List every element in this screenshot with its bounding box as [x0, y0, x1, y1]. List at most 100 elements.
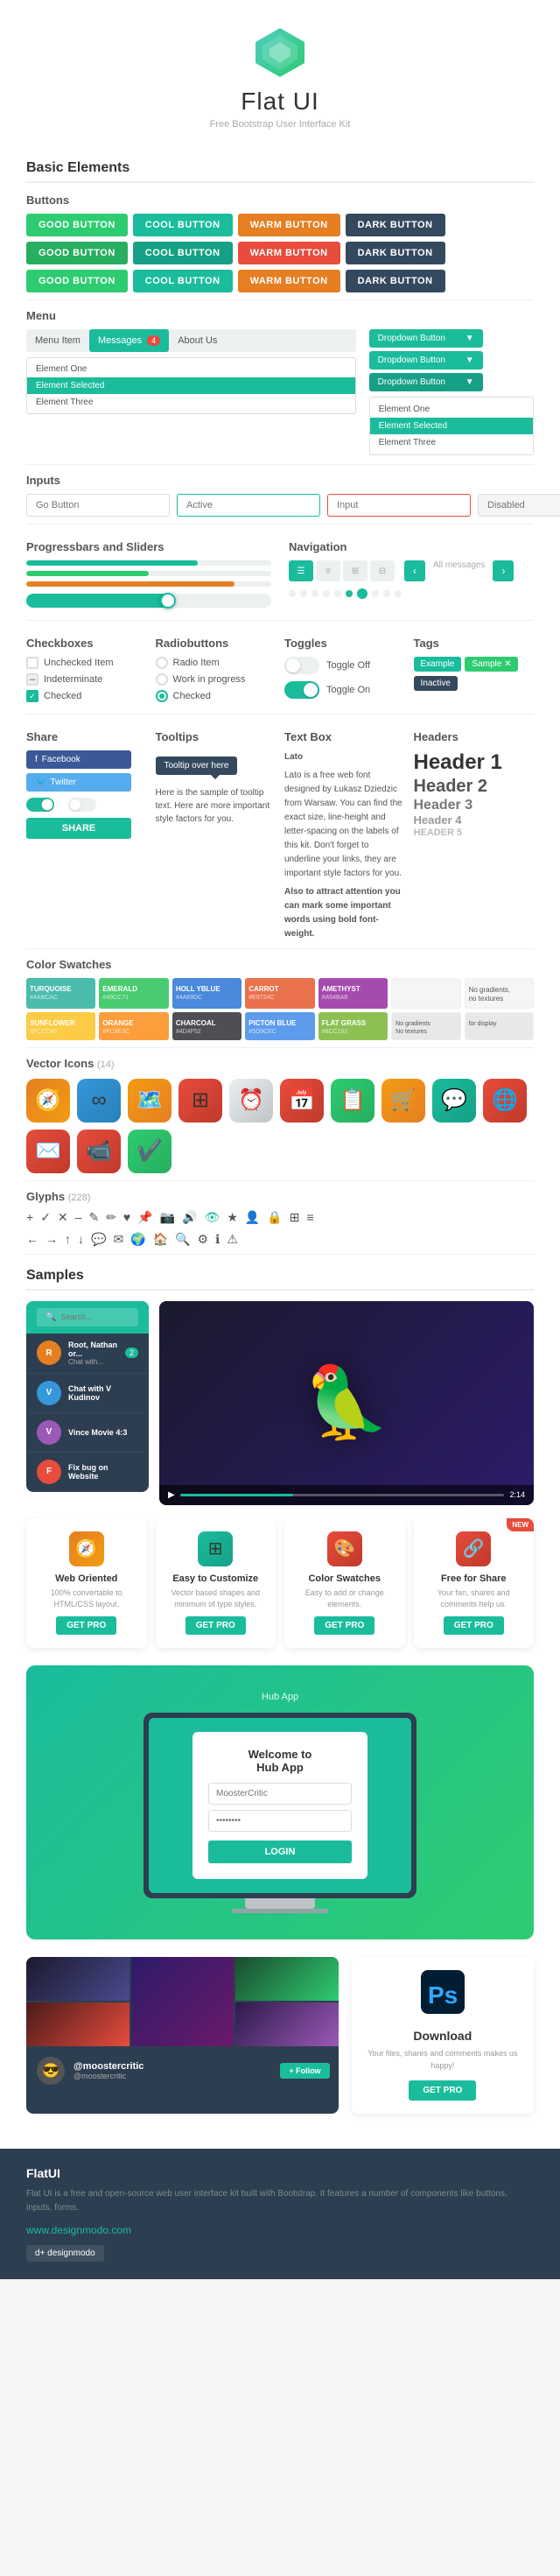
- dropdown-3[interactable]: Dropdown Button ▼: [369, 373, 483, 391]
- chat-message-3[interactable]: V Vince Movie 4:3: [26, 1413, 149, 1453]
- login-button[interactable]: Login: [208, 1841, 352, 1863]
- radio-btn-1[interactable]: [156, 657, 168, 669]
- glyphs-row-1: + ✓ ✕ – ✎ ✏ ♥ 📌 📷 🔊 👁 ★ 👤 🔒 ⊞ ≡: [26, 1210, 534, 1225]
- dot-4[interactable]: [323, 590, 330, 597]
- play-icon[interactable]: ▶: [168, 1490, 175, 1500]
- nav-pill-4[interactable]: ⊟: [370, 560, 395, 581]
- good-button-1[interactable]: Good Button: [26, 214, 128, 236]
- dot-5[interactable]: [334, 590, 341, 597]
- feature-btn-web[interactable]: Get Pro: [56, 1616, 116, 1635]
- nav-prev[interactable]: ‹: [404, 560, 425, 581]
- dot-10[interactable]: [395, 590, 402, 597]
- app-subtitle: Free Bootstrap User Interface Kit: [18, 119, 542, 130]
- textbox-col: Text Box Lato Lato is a free web font de…: [284, 721, 405, 941]
- dot-8[interactable]: [372, 590, 379, 597]
- dot-3[interactable]: [312, 590, 318, 597]
- chat-message-4[interactable]: F Fix bug on Website: [26, 1453, 149, 1492]
- download-card: Ps Download Your files, shares and comme…: [352, 1957, 534, 2114]
- share-toggle-2[interactable]: [68, 798, 96, 812]
- radio-btn-2[interactable]: [156, 673, 168, 686]
- dropdown-2[interactable]: Dropdown Button ▼: [369, 351, 483, 370]
- logo-icon: [254, 26, 306, 79]
- nav-next[interactable]: ›: [493, 560, 514, 581]
- video-time: 2:14: [509, 1490, 525, 1499]
- menu-list-item-3[interactable]: Element Three: [27, 394, 355, 411]
- share-button[interactable]: Share: [26, 818, 131, 839]
- checkbox-checked[interactable]: ✓ Checked: [26, 690, 147, 702]
- password-input[interactable]: [208, 1810, 352, 1832]
- chat-message-2[interactable]: V Chat with V Kudinov: [26, 1374, 149, 1413]
- dot-9[interactable]: [383, 590, 390, 597]
- checkbox-box-1[interactable]: [26, 657, 38, 669]
- tooltip-arrow: [211, 775, 220, 779]
- dot-6[interactable]: [346, 590, 353, 597]
- menu-list-item-1[interactable]: Element One: [27, 361, 355, 377]
- share-title: Share: [26, 730, 147, 743]
- toggle-on[interactable]: [284, 681, 319, 699]
- dot-2[interactable]: [300, 590, 307, 597]
- cool-button-2[interactable]: Cool Button: [133, 242, 233, 264]
- textbox-content: Lato Lato is a free web font designed by…: [284, 750, 405, 941]
- menu-item-about[interactable]: About Us: [169, 329, 226, 352]
- download-button[interactable]: Get Pro: [409, 2080, 476, 2101]
- checkbox-box-2[interactable]: –: [26, 673, 38, 686]
- toggle-off[interactable]: [284, 657, 319, 674]
- nav-pill-3[interactable]: ⊞: [343, 560, 368, 581]
- radio-btn-3[interactable]: [156, 690, 168, 702]
- chat-message-1[interactable]: R Root, Nathan or... Chat with... 2: [26, 1334, 149, 1374]
- good-button-2[interactable]: Good Button: [26, 242, 128, 264]
- icon-video: 📹: [77, 1130, 121, 1173]
- input-active[interactable]: [177, 494, 320, 517]
- radio-2[interactable]: Work in progress: [156, 673, 276, 686]
- swatch-charcoal: CHARCOAL #4D4F52: [172, 1012, 242, 1040]
- profile-name-area: @moostercritic @moostercritic: [74, 2061, 144, 2080]
- menu-list-item-2[interactable]: Element Selected: [27, 377, 355, 394]
- checkbox-indeterminate[interactable]: – Indeterminate: [26, 673, 147, 686]
- tag-sample[interactable]: Sample ✕: [465, 657, 518, 672]
- checkbox-box-3[interactable]: ✓: [26, 690, 38, 702]
- share-toggle-knob: [42, 799, 53, 811]
- nav-pill-2[interactable]: ≡: [316, 560, 340, 581]
- dark-button-3[interactable]: Dark Button: [346, 270, 445, 292]
- feature-btn-share[interactable]: Get Pro: [444, 1616, 504, 1635]
- warm-button-3[interactable]: Warm Button: [238, 270, 340, 292]
- footer-social-btn[interactable]: d+ designmodo: [26, 2245, 104, 2262]
- cool-button-1[interactable]: Cool Button: [133, 214, 233, 236]
- menu-item-menuitem[interactable]: Menu Item: [26, 329, 89, 352]
- facebook-btn[interactable]: f Facebook: [26, 750, 131, 769]
- input-go[interactable]: [26, 494, 170, 517]
- radio-3[interactable]: Checked: [156, 690, 276, 702]
- tooltip-box[interactable]: Tooltip over here: [156, 757, 238, 775]
- sub-item-1[interactable]: Element One: [370, 401, 533, 418]
- cool-button-3[interactable]: Cool Button: [133, 270, 233, 292]
- progress-slider[interactable]: [26, 594, 271, 608]
- checkbox-unchecked[interactable]: Unchecked Item: [26, 657, 147, 669]
- share-toggle[interactable]: [26, 798, 54, 812]
- nav-pill-1[interactable]: ☰: [289, 560, 313, 581]
- warm-button-2[interactable]: Warm Button: [238, 242, 340, 264]
- dropdown-1[interactable]: Dropdown Button ▼: [369, 329, 483, 348]
- sub-item-2[interactable]: Element Selected: [370, 418, 533, 434]
- checkboxes-col: Checkboxes Unchecked Item – Indeterminat…: [26, 628, 147, 707]
- video-progress-bar[interactable]: [180, 1494, 505, 1496]
- follow-button[interactable]: + Follow: [280, 2063, 329, 2079]
- tag-example[interactable]: Example: [414, 657, 462, 672]
- dot-1[interactable]: [289, 590, 296, 597]
- feature-btn-customize[interactable]: Get Pro: [186, 1616, 246, 1635]
- twitter-btn[interactable]: 🐦 Twitter: [26, 773, 131, 792]
- chat-search[interactable]: 🔍: [37, 1308, 138, 1327]
- tag-inactive[interactable]: Inactive: [414, 676, 458, 691]
- username-input[interactable]: [208, 1783, 352, 1805]
- dot-7[interactable]: [357, 588, 368, 599]
- dark-button-1[interactable]: Dark Button: [346, 214, 445, 236]
- radio-1[interactable]: Radio Item: [156, 657, 276, 669]
- chat-search-input[interactable]: [60, 1313, 130, 1321]
- warm-button-1[interactable]: Warm Button: [238, 214, 340, 236]
- menu-item-messages[interactable]: Messages 4: [89, 329, 169, 352]
- good-button-3[interactable]: Good Button: [26, 270, 128, 292]
- input-error[interactable]: [327, 494, 471, 517]
- sub-item-3[interactable]: Element Three: [370, 434, 533, 451]
- dark-button-2[interactable]: Dark Button: [346, 242, 445, 264]
- feature-btn-colors[interactable]: Get Pro: [314, 1616, 374, 1635]
- footer-link[interactable]: www.designmodo.com: [26, 2224, 131, 2236]
